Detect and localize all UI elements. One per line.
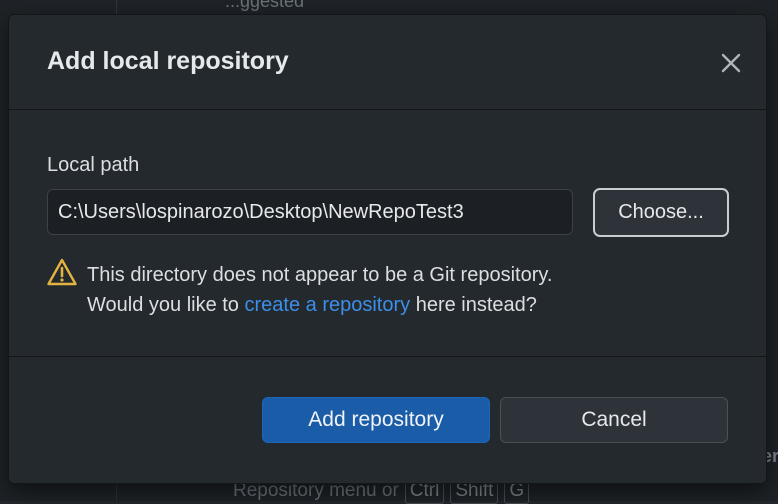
dialog-title: Add local repository <box>47 47 289 75</box>
background-top-text: ...ggested <box>225 0 305 11</box>
close-button[interactable] <box>715 47 747 79</box>
close-icon <box>721 53 741 73</box>
warning-line-2-prefix: Would you like to <box>87 294 245 316</box>
add-local-repository-dialog: Add local repository Local path Choose..… <box>8 14 767 484</box>
warning-line-2-suffix: here instead? <box>410 294 537 316</box>
warning-line-2: Would you like to create a repository he… <box>87 290 552 320</box>
local-path-label: Local path <box>47 154 140 176</box>
add-repository-button[interactable]: Add repository <box>262 397 490 443</box>
local-path-input[interactable] <box>47 189 573 235</box>
warning-icon <box>47 258 77 286</box>
warning-line-1: This directory does not appear to be a G… <box>87 264 553 286</box>
warning-message: This directory does not appear to be a G… <box>47 258 727 318</box>
create-repository-link[interactable]: create a repository <box>245 294 411 316</box>
choose-button[interactable]: Choose... <box>593 188 729 237</box>
cancel-button[interactable]: Cancel <box>500 397 728 443</box>
dialog-header: Add local repository <box>9 15 766 110</box>
footer-divider <box>9 356 766 357</box>
warning-text: This directory does not appear to be a G… <box>87 260 552 320</box>
